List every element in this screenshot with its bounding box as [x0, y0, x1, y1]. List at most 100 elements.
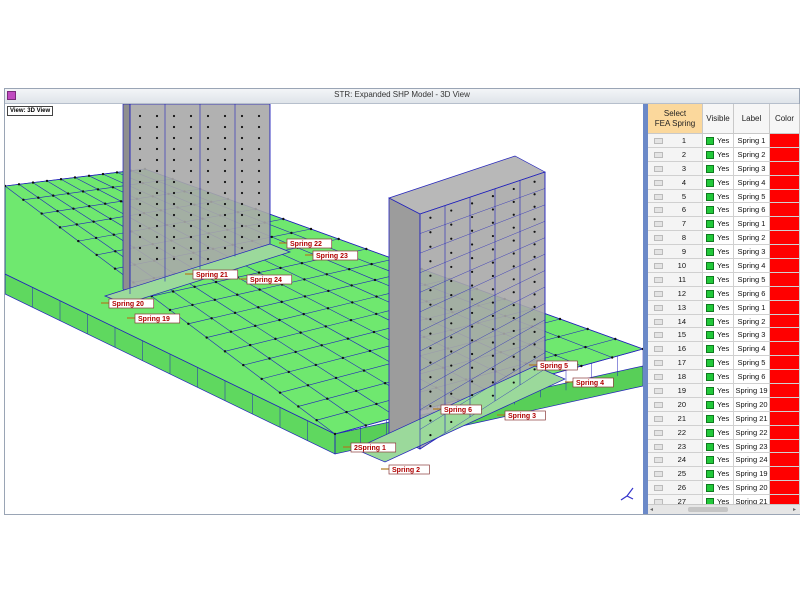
label-cell[interactable]: Spring 1 — [734, 134, 770, 148]
color-swatch[interactable] — [770, 147, 800, 162]
select-cell[interactable]: 15 — [648, 328, 703, 343]
label-cell[interactable]: Spring 6 — [734, 370, 770, 385]
color-swatch[interactable] — [770, 175, 800, 190]
table-row[interactable]: 14 Yes Spring 2 — [648, 314, 800, 329]
visible-cell[interactable]: Yes — [703, 411, 734, 426]
visible-checkbox[interactable] — [706, 275, 714, 284]
table-row[interactable]: 12 Yes Spring 6 — [648, 286, 800, 301]
table-row[interactable]: 4 Yes Spring 4 — [648, 175, 800, 190]
label-cell[interactable]: Spring 24 — [734, 453, 770, 468]
select-checkbox[interactable] — [654, 429, 663, 436]
visible-cell[interactable]: Yes — [703, 384, 734, 398]
label-cell[interactable]: Spring 4 — [734, 342, 770, 357]
table-row[interactable]: 7 Yes Spring 1 — [648, 217, 800, 232]
table-row[interactable]: 18 Yes Spring 6 — [648, 370, 800, 385]
visible-checkbox[interactable] — [706, 331, 714, 340]
table-row[interactable]: 17 Yes Spring 5 — [648, 356, 800, 371]
select-checkbox[interactable] — [654, 193, 663, 200]
visible-cell[interactable]: Yes — [703, 467, 734, 482]
select-checkbox[interactable] — [654, 249, 663, 256]
table-row[interactable]: 22 Yes Spring 22 — [648, 425, 800, 440]
color-swatch[interactable] — [770, 481, 800, 496]
model-3d-view[interactable]: Spring 22 Spring 23 Spring 21 Spring 24 Spri… — [5, 104, 643, 514]
column-header-color[interactable]: Color — [770, 104, 800, 134]
visible-checkbox[interactable] — [706, 262, 714, 271]
spring-label[interactable]: Spring 19 — [127, 313, 181, 324]
visible-cell[interactable]: Yes — [703, 134, 734, 148]
label-cell[interactable]: Spring 5 — [734, 356, 770, 371]
label-cell[interactable]: Spring 3 — [734, 328, 770, 343]
color-swatch[interactable] — [770, 328, 800, 343]
column-header-select[interactable]: Select FEA Spring — [648, 104, 703, 134]
visible-cell[interactable]: Yes — [703, 175, 734, 190]
visible-checkbox[interactable] — [706, 303, 714, 312]
visible-checkbox[interactable] — [706, 387, 714, 396]
table-row[interactable]: 26 Yes Spring 20 — [648, 481, 800, 496]
color-swatch[interactable] — [770, 134, 800, 148]
select-cell[interactable]: 4 — [648, 175, 703, 190]
spring-label[interactable]: Spring 23 — [305, 250, 359, 261]
table-row[interactable]: 1 Yes Spring 1 — [648, 134, 800, 148]
label-cell[interactable]: Spring 23 — [734, 439, 770, 454]
select-checkbox[interactable] — [654, 276, 663, 283]
visible-checkbox[interactable] — [706, 178, 714, 187]
select-checkbox[interactable] — [654, 207, 663, 214]
visible-checkbox[interactable] — [706, 317, 714, 326]
visible-checkbox[interactable] — [706, 414, 714, 423]
visible-checkbox[interactable] — [706, 484, 714, 493]
color-swatch[interactable] — [770, 384, 800, 398]
select-cell[interactable]: 11 — [648, 272, 703, 287]
color-swatch[interactable] — [770, 314, 800, 329]
color-swatch[interactable] — [770, 217, 800, 232]
select-checkbox[interactable] — [654, 401, 663, 408]
visible-checkbox[interactable] — [706, 220, 714, 229]
color-swatch[interactable] — [770, 286, 800, 301]
select-checkbox[interactable] — [654, 332, 663, 339]
label-cell[interactable]: Spring 2 — [734, 314, 770, 329]
column-header-visible[interactable]: Visible — [703, 104, 734, 134]
color-swatch[interactable] — [770, 272, 800, 287]
select-checkbox[interactable] — [654, 151, 663, 158]
color-swatch[interactable] — [770, 425, 800, 440]
visible-cell[interactable]: Yes — [703, 300, 734, 315]
visible-cell[interactable]: Yes — [703, 314, 734, 329]
table-row[interactable]: 16 Yes Spring 4 — [648, 342, 800, 357]
visible-cell[interactable]: Yes — [703, 286, 734, 301]
table-row[interactable]: 21 Yes Spring 21 — [648, 411, 800, 426]
label-cell[interactable]: Spring 3 — [734, 245, 770, 260]
select-checkbox[interactable] — [654, 485, 663, 492]
table-row[interactable]: 23 Yes Spring 23 — [648, 439, 800, 454]
visible-checkbox[interactable] — [706, 206, 714, 215]
spring-label[interactable]: Spring 20 — [101, 298, 155, 309]
select-cell[interactable]: 7 — [648, 217, 703, 232]
visible-cell[interactable]: Yes — [703, 231, 734, 246]
select-checkbox[interactable] — [654, 471, 663, 478]
label-cell[interactable]: Spring 1 — [734, 217, 770, 232]
spring-label[interactable]: Spring 24 — [239, 274, 293, 285]
select-cell[interactable]: 16 — [648, 342, 703, 357]
visible-checkbox[interactable] — [706, 234, 714, 243]
visible-checkbox[interactable] — [706, 164, 714, 173]
table-row[interactable]: 9 Yes Spring 3 — [648, 245, 800, 260]
visible-cell[interactable]: Yes — [703, 356, 734, 371]
select-checkbox[interactable] — [654, 221, 663, 228]
visible-cell[interactable]: Yes — [703, 245, 734, 260]
table-row[interactable]: 11 Yes Spring 5 — [648, 272, 800, 287]
select-cell[interactable]: 21 — [648, 411, 703, 426]
select-checkbox[interactable] — [654, 388, 663, 395]
3d-viewport[interactable]: Spring 22 Spring 23 Spring 21 Spring 24 Spri… — [5, 104, 643, 514]
select-checkbox[interactable] — [654, 415, 663, 422]
horizontal-scrollbar[interactable]: ◂ ▸ — [648, 504, 800, 514]
visible-cell[interactable]: Yes — [703, 425, 734, 440]
label-cell[interactable]: Spring 6 — [734, 286, 770, 301]
visible-cell[interactable]: Yes — [703, 203, 734, 218]
color-swatch[interactable] — [770, 189, 800, 204]
label-cell[interactable]: Spring 20 — [734, 397, 770, 412]
color-swatch[interactable] — [770, 300, 800, 315]
label-cell[interactable]: Spring 6 — [734, 203, 770, 218]
select-cell[interactable]: 24 — [648, 453, 703, 468]
table-row[interactable]: 20 Yes Spring 20 — [648, 397, 800, 412]
select-cell[interactable]: 18 — [648, 370, 703, 385]
select-checkbox[interactable] — [654, 304, 663, 311]
color-swatch[interactable] — [770, 161, 800, 176]
